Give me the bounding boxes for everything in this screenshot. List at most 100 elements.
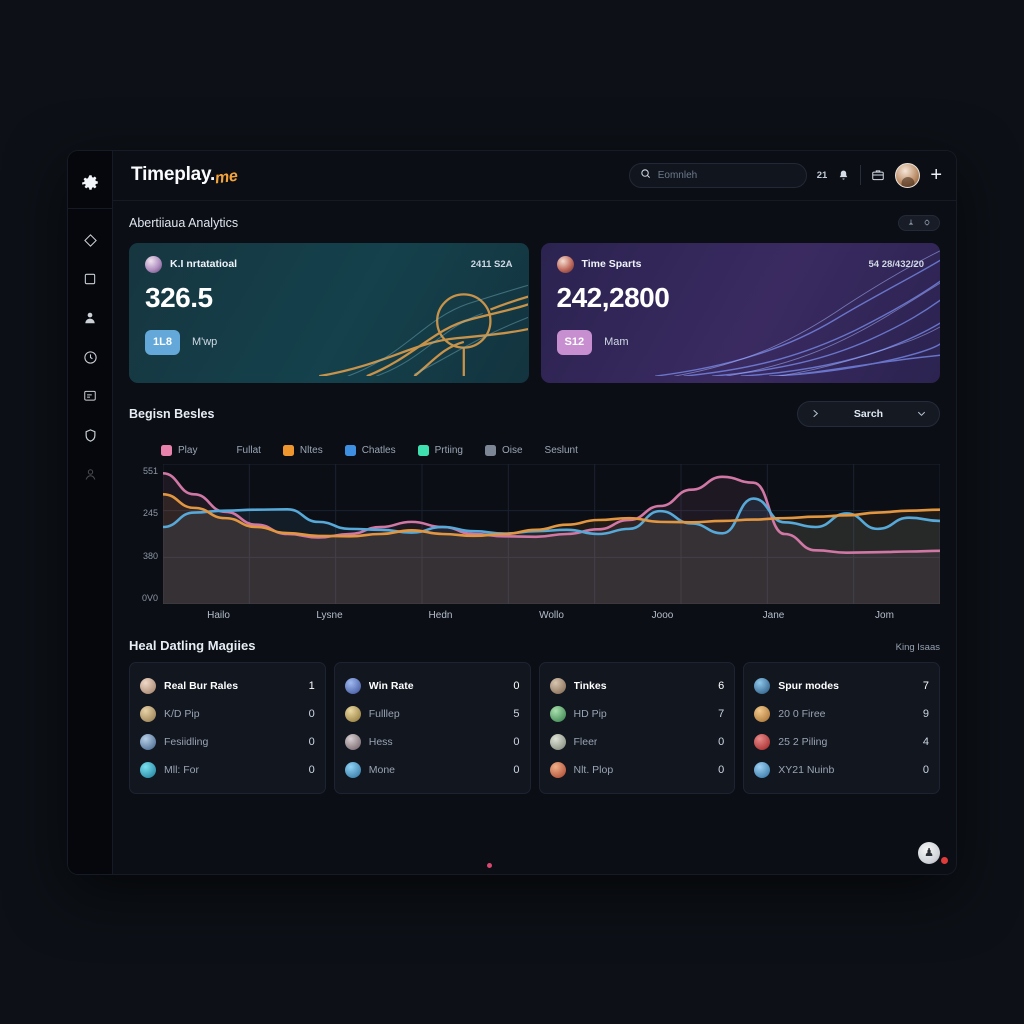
row-value: 0 [718,763,725,776]
card-1-meta: 2411 S2A [470,258,513,270]
stat-row[interactable]: Win Rate 0 [344,672,520,700]
row-value: 4 [922,735,929,748]
bell-icon[interactable] [837,169,850,182]
card-1-value: 326.5 [145,281,213,313]
sidebar-item-diamond[interactable] [68,221,113,260]
topbar: Timeplay.me Eomnleh 21 + [113,150,956,201]
card-2-label: Time Sparts [581,258,642,270]
chart-marker-dot [487,862,492,868]
legend-swatch-icon [417,444,429,456]
row-avatar-icon [344,705,361,722]
row-avatar-icon [344,677,361,694]
card-2-avatar-icon [556,255,574,273]
stat-card-2[interactable]: Time Sparts 54 28/432/20 242,2800 S12 Ma… [540,242,940,383]
stat-row[interactable]: 20 0 Firee 9 [754,700,929,728]
stat-row[interactable]: XY21 Nuinb 0 [754,756,929,784]
legend-item[interactable]: Play [161,444,197,456]
row-avatar-icon [754,705,771,722]
row-label: Hess [368,735,393,748]
legend-item[interactable]: Chatles [344,444,396,456]
chart-x-axis: Hailo Lysne Hedn Wollo Jooo Jane Jom [163,604,940,630]
card-2-footer: S12 Mam [556,329,925,355]
sidebar-item-shield[interactable] [68,416,113,455]
row-label: K/D Pip [164,707,200,720]
card-1-avatar-icon [145,255,162,273]
stat-row[interactable]: Mone 0 [344,756,520,784]
header-toggle-group[interactable] [898,214,940,231]
sidebar [68,150,113,874]
divider [860,165,862,185]
row-label: Mone [368,763,396,776]
brand-logo[interactable]: Timeplay.me [131,164,239,188]
row-label: Fleer [573,735,598,748]
legend-label: Fullat [236,444,261,456]
settings-dots-icon[interactable] [923,218,931,227]
row-value: 7 [922,679,929,692]
chevron-down-icon [916,408,927,419]
chart-filter-dropdown[interactable]: Sarch [797,400,940,427]
stat-panels-grid: Real Bur Rales 1 K/D Pip 0 Fesiidling 0 Mll: F… [129,661,940,794]
row-label: Nlt. Plop [573,763,614,776]
card-1-chip: 1L8 [145,329,180,355]
sidebar-item-person[interactable] [68,299,113,338]
stat-card-1[interactable]: K.I nrtatatioal 2411 S2A 326.5 1L8 M'wp [129,242,529,383]
x-axis-tick: Hedn [428,609,453,621]
row-value: 0 [513,735,520,748]
fab-notification-dot [941,856,948,864]
stat-row[interactable]: 25 2 Piling 4 [754,728,929,756]
sidebar-item-clock[interactable] [68,338,113,377]
row-avatar-icon [754,733,771,750]
legend-item[interactable]: Nltes [282,444,323,456]
briefcase-icon[interactable] [871,168,885,182]
stat-row[interactable]: HD Pip 7 [549,700,724,728]
x-axis-tick: Hailo [207,609,230,621]
stat-row[interactable]: Hess 0 [344,728,520,756]
sidebar-item-user-dim[interactable] [68,455,113,494]
add-button[interactable]: + [930,165,942,185]
row-avatar-icon [754,761,771,778]
brand-suffix: me [214,167,239,188]
stat-row[interactable]: Fesiidling 0 [140,728,315,756]
stat-panel: Win Rate 0 Fulllep 5 Hess 0 Mone 0 [333,661,531,794]
stat-row[interactable]: Nlt. Plop 0 [549,756,725,784]
content-area: Abertiiaua Analytics K.I nrtatatioal 241… [113,201,956,874]
search-input[interactable]: Eomnleh [628,162,807,188]
app-window: Timeplay.me Eomnleh 21 + Abertiiaua Anal… [68,150,956,874]
card-1-label: K.I nrtatatioal [170,258,238,270]
row-value: 1 [308,679,315,692]
row-avatar-icon [140,733,156,750]
brand-name: Timeplay [131,164,211,185]
stat-row[interactable]: K/D Pip 0 [140,700,315,728]
avatar[interactable] [895,162,921,188]
legend-item[interactable]: Prtiing [417,444,463,456]
x-axis-tick: Jane [762,609,785,621]
chart-legend: Play Fullat Nltes Chatles Prtiing Oise Seslunt [129,431,940,464]
row-avatar-icon [140,705,156,722]
row-value: 0 [718,735,725,748]
stat-row[interactable]: Mll: For 0 [140,756,315,784]
stat-row[interactable]: Real Bur Rales 1 [140,672,315,700]
card-2-chip: S12 [556,329,593,355]
stat-row[interactable]: Spur modes 7 [754,672,929,700]
dropdown-label: Sarch [853,407,884,420]
legend-item[interactable]: Fullat [219,445,260,456]
chart-section-header: Begisn Besles Sarch [129,400,940,427]
row-value: 0 [308,735,315,748]
pin-icon[interactable] [907,218,915,227]
bottom-section-header: Heal Datling Magiies King Isaas [129,638,940,653]
row-avatar-icon [140,677,156,694]
y-axis-tick: 380 [142,550,158,561]
sidebar-item-square[interactable] [68,260,113,299]
chart-plot[interactable] [163,463,940,604]
legend-item[interactable]: Oise [484,444,523,456]
stat-row[interactable]: Tinkes 6 [549,672,724,700]
legend-trailing-label: Seslunt [544,444,578,456]
stat-panel: Spur modes 7 20 0 Firee 9 25 2 Piling 4 XY21 N… [743,661,940,794]
row-value: 9 [922,707,929,720]
sidebar-item-message[interactable] [68,377,113,416]
stat-row[interactable]: Fulllep 5 [344,700,520,728]
stat-row[interactable]: Fleer 0 [549,728,725,756]
stat-panel: Tinkes 6 HD Pip 7 Fleer 0 Nlt. Plop 0 [538,661,736,794]
sidebar-logo-gear-icon[interactable] [68,159,113,209]
floating-action-button[interactable]: ♟ [918,841,940,864]
